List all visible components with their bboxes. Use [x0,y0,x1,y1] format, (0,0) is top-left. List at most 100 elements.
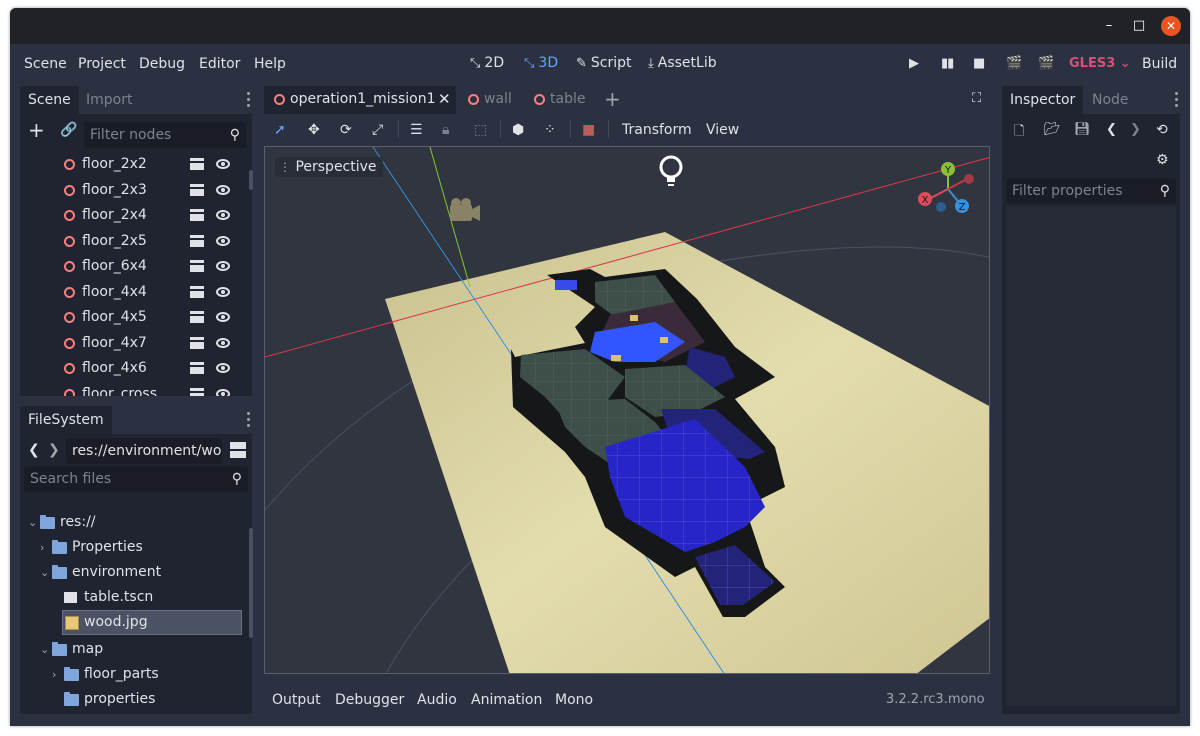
audio-tab[interactable]: Audio [417,692,457,708]
link-icon[interactable]: 🔗 [60,122,77,138]
visibility-eye-icon[interactable] [216,388,230,396]
visibility-eye-icon[interactable] [216,210,230,220]
file-tree-item-selected[interactable]: wood.jpg [62,610,242,635]
menu-scene[interactable]: Scene [24,56,67,72]
lock-icon[interactable]: 🔒︎ [442,122,449,138]
workspace-3d-button[interactable]: ⤡ 3D [524,55,558,71]
file-tree-item[interactable]: table.tscn [20,585,246,610]
view-menu[interactable]: View [706,122,739,138]
add-node-icon[interactable]: + [28,118,45,142]
tree-node-row[interactable]: floor_2x5 [20,229,252,254]
file-tree-item[interactable]: ⌄ environment [20,560,246,585]
open-scene-icon[interactable] [190,336,204,349]
panel-menu-icon[interactable] [1174,92,1178,110]
tab-node[interactable]: Node [1084,86,1137,114]
path-field[interactable]: res://environment/wo [66,438,222,464]
build-button[interactable]: Build [1142,56,1177,72]
tree-node-row[interactable]: floor_4x4 [20,280,252,305]
rotate-tool-icon[interactable]: ⟳ [340,122,352,138]
neg-x-axis-handle[interactable] [964,174,974,184]
play-scene-icon[interactable]: 🎬 [1006,56,1022,71]
file-tree-item[interactable]: properties [20,687,246,712]
open-scene-icon[interactable] [190,158,204,170]
panel-menu-icon[interactable] [246,92,250,110]
tree-node-row[interactable]: floor_cross [20,382,252,396]
open-scene-icon[interactable] [190,285,204,298]
tree-node-row[interactable]: floor_4x6 [20,356,252,381]
workspace-script-button[interactable]: ✎ Script [576,55,632,71]
scene-tab-active[interactable]: operation1_mission1 ✕ [264,86,456,114]
history-back-icon[interactable]: ❮ [1106,122,1117,137]
minimize-button[interactable]: – [1099,16,1119,36]
tree-node-row[interactable]: floor_4x5 [20,305,252,330]
tree-node-row[interactable]: floor_2x2 [20,152,252,177]
tab-scene[interactable]: Scene [20,86,79,114]
3d-viewport[interactable]: ⋮ Perspective Y X Z [264,146,990,674]
close-tab-icon[interactable]: ✕ [438,90,451,108]
tree-node-row[interactable]: floor_6x4 [20,254,252,279]
file-tree-item[interactable]: ⌄ map [20,637,246,662]
filter-nodes-input[interactable]: Filter nodes ⚲ [84,122,246,148]
visibility-eye-icon[interactable] [216,261,230,271]
back-icon[interactable]: ❮ [28,442,40,458]
animation-tab[interactable]: Animation [471,692,542,708]
visibility-eye-icon[interactable] [216,159,230,169]
scale-tool-icon[interactable]: ⤢ [372,122,383,138]
visibility-eye-icon[interactable] [216,286,230,297]
pause-icon[interactable]: ▮▮ [941,56,954,71]
open-scene-icon[interactable] [190,387,204,396]
save-icon[interactable]: 💾︎ [1074,122,1091,137]
axis-gizmo[interactable]: Y X Z [913,157,983,227]
scene-tree-scrollbar[interactable] [249,170,253,190]
file-tree-scrollbar[interactable] [249,528,253,638]
stop-icon[interactable]: ■ [973,56,985,71]
workspace-assetlib-button[interactable]: ⤓ AssetLib [648,55,717,71]
open-scene-icon[interactable] [190,362,204,374]
panel-menu-icon[interactable] [246,412,250,430]
menu-help[interactable]: Help [254,56,286,72]
menu-debug[interactable]: Debug [139,56,185,72]
play-icon[interactable]: ▶ [909,56,919,71]
filter-properties-input[interactable]: Filter properties ⚲ [1006,178,1176,204]
open-scene-icon[interactable] [190,311,204,323]
tab-inspector[interactable]: Inspector [1002,86,1084,114]
history-icon[interactable]: ⟲ [1156,122,1168,138]
renderer-select[interactable]: GLES3 ⌄ [1069,56,1131,71]
new-resource-icon[interactable]: 🗋 [1014,122,1024,144]
select-tool-icon[interactable]: ➚ [274,122,286,138]
open-scene-icon[interactable] [190,260,204,272]
maximize-button[interactable]: □ [1129,16,1149,36]
open-scene-icon[interactable] [190,234,204,247]
list-select-icon[interactable]: ☰ [410,122,423,138]
open-folder-icon[interactable]: 📂︎ [1044,122,1061,137]
output-tab[interactable]: Output [272,692,321,708]
history-forward-icon[interactable]: ❯ [1130,122,1141,137]
camera-override-icon[interactable]: ■ [582,122,595,138]
transform-menu[interactable]: Transform [622,122,692,138]
menu-project[interactable]: Project [78,56,126,72]
menu-editor[interactable]: Editor [199,56,240,72]
visibility-eye-icon[interactable] [216,184,230,195]
fullscreen-icon[interactable]: ⛶ [972,91,981,106]
neg-z-axis-handle[interactable] [936,202,946,212]
visibility-eye-icon[interactable] [216,235,230,246]
close-button[interactable]: ✕ [1161,16,1181,36]
local-space-icon[interactable]: ⬢ [512,122,524,138]
perspective-menu[interactable]: ⋮ Perspective [275,157,383,177]
tree-node-row[interactable]: floor_2x4 [20,203,252,228]
tab-import[interactable]: Import [78,86,140,114]
open-scene-icon[interactable] [190,209,204,221]
scene-tab[interactable]: table [530,86,594,114]
debugger-tab[interactable]: Debugger [335,692,404,708]
visibility-eye-icon[interactable] [216,363,230,373]
file-tree-item[interactable]: › Properties [20,535,246,560]
mono-tab[interactable]: Mono [555,692,593,708]
file-tree-item[interactable]: › floor_parts [20,662,246,687]
open-scene-icon[interactable] [190,183,204,196]
object-properties-icon[interactable]: ⚙ [1156,152,1169,168]
forward-icon[interactable]: ❯ [48,442,60,458]
tab-filesystem[interactable]: FileSystem [20,406,112,434]
tree-node-row[interactable]: floor_4x7 [20,331,252,356]
group-icon[interactable]: ⬚ [474,122,487,138]
workspace-2d-button[interactable]: ⤡ 2D [470,55,504,71]
